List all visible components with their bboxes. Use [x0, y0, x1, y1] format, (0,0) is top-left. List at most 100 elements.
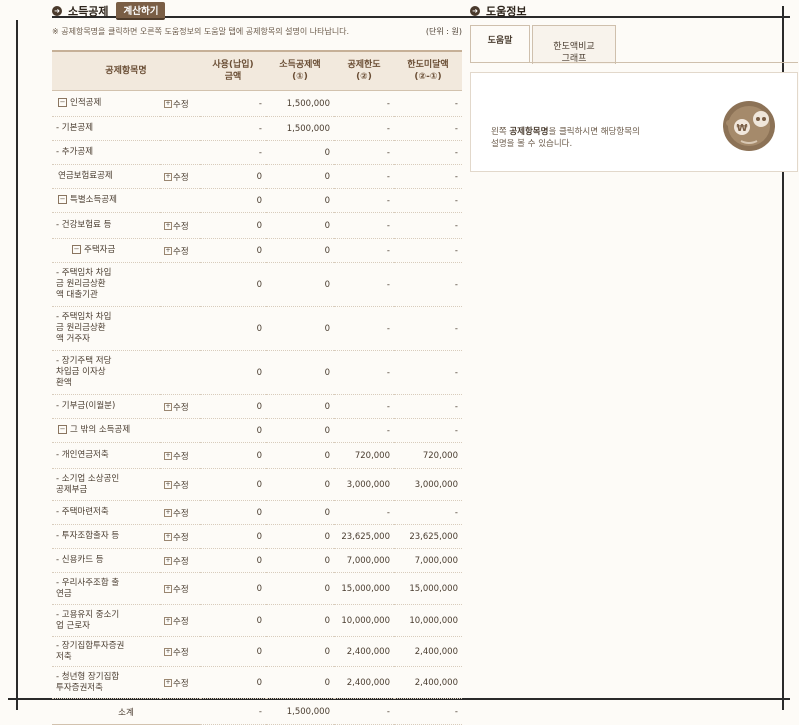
item-name-cell[interactable]: - 투자조합출자 등	[52, 524, 160, 549]
value-deduct: 0	[266, 164, 334, 189]
table-row: - 주택마련저축 + 수정 0 0- -	[52, 500, 462, 525]
value-limit: 7,000,000	[334, 548, 394, 573]
value-deduct: 0	[266, 442, 334, 469]
edit-label: 수정	[173, 616, 189, 627]
value-deduct: 0	[266, 572, 334, 605]
total-paid: -	[200, 698, 266, 725]
item-name-cell[interactable]: − 주택자금	[52, 238, 160, 263]
value-under: 15,000,000	[394, 572, 462, 605]
svg-text:₩: ₩	[736, 123, 747, 134]
plus-icon: +	[164, 509, 172, 517]
value-under: -	[394, 188, 462, 213]
item-name-cell[interactable]: − 인적공제	[52, 90, 160, 117]
value-under: -	[394, 238, 462, 263]
collapse-icon[interactable]: −	[58, 98, 67, 107]
plus-icon: +	[164, 585, 172, 593]
collapse-icon[interactable]: −	[72, 245, 81, 254]
edit-button[interactable]: + 수정	[160, 90, 200, 117]
edit-label: 수정	[173, 532, 189, 543]
value-deduct: 0	[266, 666, 334, 699]
value-paid: 0	[200, 468, 266, 501]
plus-icon: +	[164, 557, 172, 565]
edit-button[interactable]: + 수정	[160, 548, 200, 573]
edit-button[interactable]: + 수정	[160, 636, 200, 667]
value-under: 10,000,000	[394, 604, 462, 637]
item-name-cell[interactable]: - 기부금(이월분)	[52, 394, 160, 419]
edit-cell	[160, 262, 200, 307]
value-under: 23,625,000	[394, 524, 462, 549]
value-paid: 0	[200, 524, 266, 549]
item-name-cell[interactable]: - 개인연금저축	[52, 442, 160, 469]
item-name-cell[interactable]: - 기본공제	[52, 116, 160, 141]
item-name-cell[interactable]: − 특별소득공제	[52, 188, 160, 213]
value-paid: 0	[200, 212, 266, 239]
total-deduct: 1,500,000	[266, 698, 334, 725]
help-tabs: 도움말 한도액비교 그래프	[470, 25, 616, 64]
calculate-button[interactable]: 계산하기	[116, 2, 166, 20]
item-name-cell[interactable]: − 그 밖의 소득공제	[52, 418, 160, 443]
value-under: 7,000,000	[394, 548, 462, 573]
item-name: - 신용카드 등	[56, 555, 104, 565]
value-limit: -	[334, 188, 394, 213]
value-limit: -	[334, 262, 394, 307]
edit-button[interactable]: + 수정	[160, 238, 200, 263]
edit-button[interactable]: + 수정	[160, 572, 200, 605]
item-name-cell[interactable]: - 신용카드 등	[52, 548, 160, 573]
edit-button[interactable]: + 수정	[160, 666, 200, 699]
value-deduct: 0	[266, 350, 334, 395]
collapse-icon[interactable]: −	[58, 425, 67, 434]
edit-button[interactable]: + 수정	[160, 394, 200, 419]
value-under: -	[394, 140, 462, 165]
item-name-cell[interactable]: - 우리사주조합 출 연금	[52, 572, 160, 605]
item-name-cell[interactable]: - 장기집합투자증권 저축	[52, 636, 160, 667]
edit-cell	[160, 188, 200, 213]
item-name-cell[interactable]: - 고용유지 중소기 업 근로자	[52, 604, 160, 637]
value-under: 2,400,000	[394, 636, 462, 667]
item-name-cell[interactable]: - 주택마련저축	[52, 500, 160, 525]
item-name: - 투자조합출자 등	[56, 531, 120, 541]
item-name-cell[interactable]: 연금보험료공제	[52, 164, 160, 189]
table-row: - 기본공제 -1,500,000- -	[52, 116, 462, 141]
edit-button[interactable]: + 수정	[160, 164, 200, 189]
edit-button[interactable]: + 수정	[160, 442, 200, 469]
plus-icon: +	[164, 403, 172, 411]
value-deduct: 0	[266, 418, 334, 443]
tab-help[interactable]: 도움말	[470, 25, 530, 63]
value-deduct: 0	[266, 500, 334, 525]
value-paid: 0	[200, 394, 266, 419]
value-paid: 0	[200, 500, 266, 525]
deduction-table: 공제항목명 사용(납입) 금액 소득공제액 (①) 공제한도 (②) 한도미달액…	[52, 50, 462, 725]
value-paid: -	[200, 116, 266, 141]
plus-icon: +	[164, 679, 172, 687]
item-name-cell[interactable]: - 소기업 소상공인 공제부금	[52, 468, 160, 501]
edit-button[interactable]: + 수정	[160, 604, 200, 637]
item-name-cell[interactable]: - 주택임차 차입 금 원리금상환 액 대출기관	[52, 262, 160, 307]
tab-graph[interactable]: 한도액비교 그래프	[532, 25, 616, 64]
plus-icon: +	[164, 222, 172, 230]
plus-icon: +	[164, 533, 172, 541]
value-paid: 0	[200, 548, 266, 573]
item-name-cell[interactable]: - 추가공제	[52, 140, 160, 165]
edit-button[interactable]: + 수정	[160, 500, 200, 525]
value-deduct: 0	[266, 468, 334, 501]
item-name-cell[interactable]: - 건강보험료 등	[52, 212, 160, 239]
edit-button[interactable]: + 수정	[160, 524, 200, 549]
value-paid: 0	[200, 238, 266, 263]
value-limit: 23,625,000	[334, 524, 394, 549]
unit-label: (단위 : 원)	[425, 27, 462, 36]
item-name-cell[interactable]: - 주택임차 차입 금 원리금상환 액 거주자	[52, 306, 160, 351]
item-name-cell[interactable]: - 청년형 장기집합 투자증권저축	[52, 666, 160, 699]
item-name: - 주택마련저축	[56, 507, 109, 517]
edit-button[interactable]: + 수정	[160, 468, 200, 501]
item-name: 연금보험료공제	[58, 171, 113, 181]
value-under: 2,400,000	[394, 666, 462, 699]
edit-button[interactable]: + 수정	[160, 212, 200, 239]
plus-icon: +	[164, 100, 172, 108]
value-under: -	[394, 418, 462, 443]
value-limit: 10,000,000	[334, 604, 394, 637]
value-deduct: 0	[266, 262, 334, 307]
item-name: - 장기주택 저당 차입금 이자상 환액	[56, 356, 112, 388]
edit-label: 수정	[173, 221, 189, 232]
collapse-icon[interactable]: −	[58, 195, 67, 204]
item-name-cell[interactable]: - 장기주택 저당 차입금 이자상 환액	[52, 350, 160, 395]
